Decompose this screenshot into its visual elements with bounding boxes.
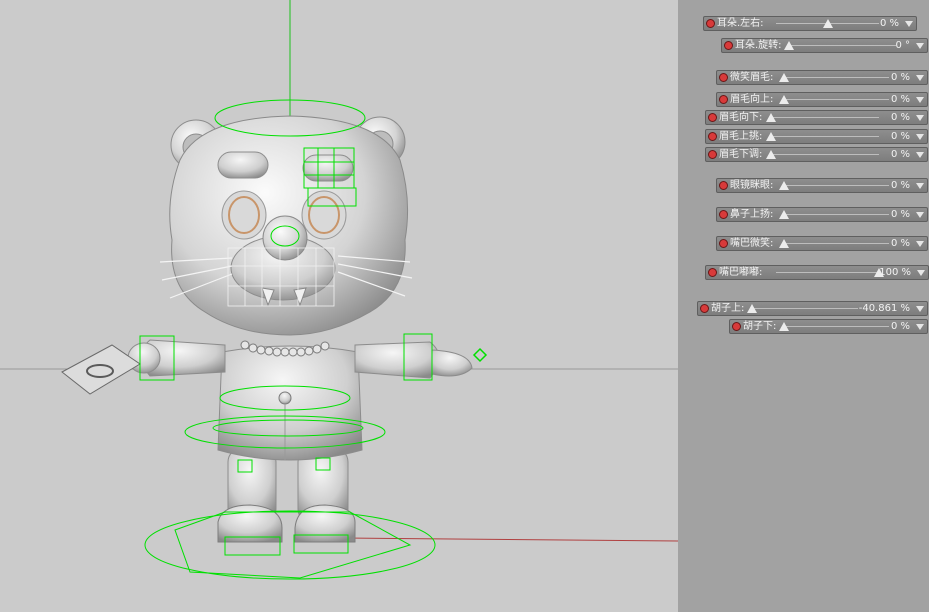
morph-slider[interactable]: 嘴巴嘟嘟: 100 % [705,265,929,280]
slider-thumb-icon[interactable] [779,95,789,104]
morph-slider[interactable]: 眉毛下调: 0 % [705,147,928,162]
dropdown-arrow-icon[interactable] [917,270,925,276]
morph-slider[interactable]: 嘴巴微笑: 0 % [716,236,928,251]
slider-label: 胡子上: [711,303,745,314]
keyframe-dot-icon[interactable] [724,41,733,50]
pose-morph-panel: 耳朵.左右: 0 % 耳朵.旋转: 0 ° 微笑眉毛: 0 % 眉毛向上: 0 % 眉毛向下: 0… [678,0,929,612]
slider-label: 眉毛下调: [719,149,763,160]
slider-track[interactable] [752,308,858,309]
dropdown-arrow-icon[interactable] [916,324,924,330]
keyframe-dot-icon[interactable] [719,95,728,104]
slider-label: 鼻子上扬: [730,209,774,220]
morph-slider[interactable]: 眉毛上挑: 0 % [705,129,928,144]
dropdown-arrow-icon[interactable] [916,43,924,49]
keyframe-dot-icon[interactable] [719,181,728,190]
morph-slider[interactable]: 微笑眉毛: 0 % [716,70,928,85]
dropdown-arrow-icon[interactable] [916,212,924,218]
morph-slider[interactable]: 胡子下: 0 % [729,319,928,334]
scene-svg [0,0,678,580]
slider-track[interactable] [789,45,896,46]
slider-track[interactable] [784,185,889,186]
dropdown-arrow-icon[interactable] [916,115,924,121]
slider-value[interactable]: 0 % [891,179,910,192]
slider-value[interactable]: -40.861 % [859,302,910,315]
slider-value[interactable]: 0 % [891,130,910,143]
keyframe-dot-icon[interactable] [706,19,715,28]
morph-slider[interactable]: 胡子上: -40.861 % [697,301,928,316]
keyframe-dot-icon[interactable] [708,132,717,141]
slider-value[interactable]: 0 % [891,71,910,84]
morph-slider[interactable]: 眉毛向上: 0 % [716,92,928,107]
morph-slider[interactable]: 眉毛向下: 0 % [705,110,928,125]
dropdown-arrow-icon[interactable] [916,306,924,312]
slider-track[interactable] [771,136,879,137]
slider-label: 眉毛上挑: [719,131,763,142]
slider-value[interactable]: 0 % [891,208,910,221]
morph-slider[interactable]: 眼镜眯眼: 0 % [716,178,928,193]
character-model [61,115,473,543]
slider-thumb-icon[interactable] [766,132,776,141]
slider-track[interactable] [784,243,889,244]
keyframe-dot-icon[interactable] [708,150,717,159]
slider-track[interactable] [784,326,889,327]
slider-thumb-icon[interactable] [779,322,789,331]
slider-value[interactable]: 0 % [891,148,910,161]
slider-label: 眼镜眯眼: [730,180,774,191]
slider-value[interactable]: 0 % [891,111,910,124]
slider-label: 胡子下: [743,321,777,332]
keyframe-dot-icon[interactable] [719,73,728,82]
slider-track[interactable] [776,272,879,273]
dropdown-arrow-icon[interactable] [916,152,924,158]
slider-thumb-icon[interactable] [747,304,757,313]
slider-thumb-icon[interactable] [779,181,789,190]
keyframe-dot-icon[interactable] [700,304,709,313]
dropdown-arrow-icon[interactable] [916,134,924,140]
keyframe-dot-icon[interactable] [732,322,741,331]
dropdown-arrow-icon[interactable] [916,97,924,103]
slider-track[interactable] [771,117,879,118]
slider-thumb-icon[interactable] [766,150,776,159]
slider-label: 微笑眉毛: [730,72,774,83]
dropdown-arrow-icon[interactable] [905,21,913,27]
slider-label: 眉毛向上: [730,94,774,105]
slider-thumb-icon[interactable] [822,19,833,28]
slider-value[interactable]: 0 % [891,93,910,106]
morph-slider[interactable]: 鼻子上扬: 0 % [716,207,928,222]
slider-value[interactable]: 0 % [891,237,910,250]
keyframe-dot-icon[interactable] [719,210,728,219]
slider-value[interactable]: 0 % [891,320,910,333]
slider-label: 耳朵.左右: [717,18,764,29]
slider-track[interactable] [784,214,889,215]
slider-thumb-icon[interactable] [784,41,794,50]
slider-thumb-icon[interactable] [766,113,776,122]
slider-label: 耳朵.旋转: [735,40,782,51]
slider-thumb-icon[interactable] [779,239,789,248]
slider-track[interactable] [784,99,889,100]
slider-value[interactable]: 100 % [879,266,911,279]
morph-slider[interactable]: 耳朵.左右: 0 % [703,16,917,31]
slider-track[interactable] [771,154,879,155]
keyframe-dot-icon[interactable] [708,268,717,277]
slider-thumb-icon[interactable] [779,210,789,219]
dropdown-arrow-icon[interactable] [916,241,924,247]
keyframe-dot-icon[interactable] [708,113,717,122]
dropdown-arrow-icon[interactable] [916,75,924,81]
z-axis-line [344,537,678,542]
keyframe-dot-icon[interactable] [719,239,728,248]
3d-viewport[interactable] [0,0,678,612]
morph-slider[interactable]: 耳朵.旋转: 0 ° [721,38,928,53]
slider-label: 嘴巴嘟嘟: [719,267,763,278]
slider-thumb-icon[interactable] [779,73,789,82]
slider-value[interactable]: 0 % [880,17,899,30]
slider-label: 眉毛向下: [719,112,763,123]
slider-track[interactable] [784,77,889,78]
slider-value[interactable]: 0 ° [895,39,910,52]
slider-label: 嘴巴微笑: [730,238,774,249]
dropdown-arrow-icon[interactable] [916,183,924,189]
